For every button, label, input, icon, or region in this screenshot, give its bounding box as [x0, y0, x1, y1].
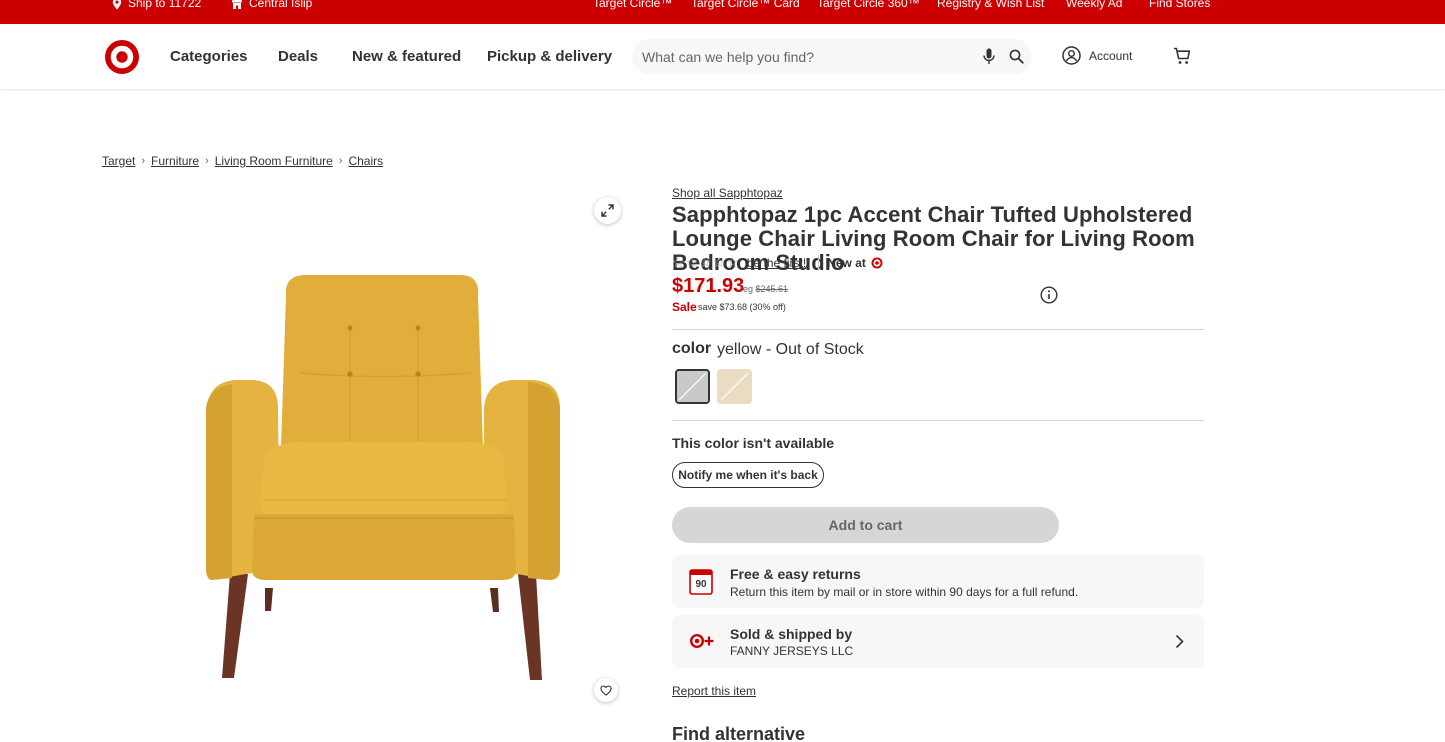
returns-calendar-icon: 90	[689, 569, 713, 595]
yellow-accent-chair-image	[206, 275, 560, 680]
expand-icon	[601, 204, 614, 217]
swatch-unavailable-slash	[677, 371, 708, 402]
target-circle-link[interactable]: Target Circle™	[593, 0, 672, 24]
registry-link[interactable]: Registry & Wish List	[937, 0, 1044, 24]
color-swatch-beige[interactable]	[717, 369, 752, 404]
rating-row: ☆ ☆ ☆ ☆ ☆ be the first! New at	[672, 254, 883, 271]
search-bar	[632, 39, 1032, 74]
nav-pickup-delivery[interactable]: Pickup & delivery	[487, 48, 612, 65]
star-empty-icon: ☆	[699, 254, 712, 270]
color-swatch-selected[interactable]	[675, 369, 710, 404]
find-alternative-heading: Find alternative	[672, 724, 806, 742]
sale-label: Sale	[672, 300, 697, 314]
account-label: Account	[1089, 48, 1133, 63]
ship-to-label: Ship to 11722	[128, 0, 202, 10]
target-logo-icon[interactable]	[104, 39, 140, 75]
star-rating[interactable]: ☆ ☆ ☆ ☆ ☆	[672, 254, 739, 271]
chevron-right-icon	[1175, 634, 1184, 649]
report-item-link[interactable]: Report this item	[672, 684, 756, 698]
product-image[interactable]	[172, 268, 634, 715]
store-label: Central Islip	[249, 0, 313, 10]
seller-name: FANNY JERSEYS LLC	[730, 644, 854, 658]
unavailable-message: This color isn't available	[672, 435, 835, 451]
microphone-icon[interactable]	[983, 48, 995, 65]
shop-all-brand-link[interactable]: Shop all Sapphtopaz	[672, 186, 783, 200]
chevron-right-icon: ›	[338, 155, 343, 167]
breadcrumb-chairs[interactable]: Chairs	[348, 154, 383, 168]
divider	[672, 329, 1204, 330]
savings-text: save $73.68 (30% off)	[698, 302, 786, 312]
favorite-button[interactable]	[594, 678, 618, 702]
sold-shipped-title: Sold & shipped by	[730, 626, 853, 642]
target-plus-icon	[690, 634, 714, 648]
color-label: color	[672, 340, 712, 357]
weekly-ad-link[interactable]: Weekly Ad	[1066, 0, 1122, 24]
returns-text: Return this item by mail or in store wit…	[730, 585, 1079, 599]
returns-title: Free & easy returns	[730, 566, 861, 582]
site-header: Categories Deals New & featured Pickup &…	[0, 24, 1445, 89]
store-link[interactable]: Central Islip	[231, 0, 312, 24]
utility-bar: Ship to 11722 Central Islip Target Circl…	[0, 0, 1445, 24]
store-icon	[232, 0, 242, 9]
star-empty-icon: ☆	[712, 254, 726, 270]
swatch-unavailable-slash	[717, 369, 752, 404]
be-the-first-link[interactable]: be the first!	[747, 256, 806, 270]
breadcrumb: Target › Furniture › Living Room Furnitu…	[102, 154, 383, 168]
account-button[interactable]: Account	[1062, 46, 1132, 65]
chevron-right-icon: ›	[141, 155, 146, 167]
find-stores-link[interactable]: Find Stores	[1149, 0, 1210, 24]
star-empty-icon: ☆	[672, 254, 685, 270]
seller-card[interactable]: Sold & shipped by FANNY JERSEYS LLC	[672, 615, 1204, 668]
info-icon[interactable]	[1040, 286, 1058, 304]
breadcrumb-living-room-furniture[interactable]: Living Room Furniture	[215, 154, 333, 168]
add-to-cart-button[interactable]: Add to cart	[672, 507, 1059, 543]
divider	[672, 420, 1204, 421]
nav-deals[interactable]: Deals	[278, 48, 318, 65]
breadcrumb-target[interactable]: Target	[102, 154, 135, 168]
heart-icon	[600, 684, 612, 696]
chevron-right-icon: ›	[205, 155, 209, 167]
returns-card: 90 Free & easy returns Return this item …	[672, 555, 1204, 608]
color-value: yellow - Out of Stock	[717, 341, 864, 358]
star-empty-icon: ☆	[726, 254, 739, 270]
search-icon[interactable]	[1009, 49, 1024, 64]
target-bullseye-icon	[871, 257, 883, 268]
target-circle-360-link[interactable]: Target Circle 360™	[817, 0, 920, 24]
location-pin-icon	[112, 0, 122, 10]
star-empty-icon: ☆	[685, 254, 699, 270]
account-icon	[1062, 46, 1081, 65]
zoom-button[interactable]	[594, 197, 621, 224]
regular-price: reg $245.61	[740, 284, 789, 294]
divider	[818, 254, 820, 271]
nav-categories[interactable]: Categories	[170, 48, 248, 65]
cart-icon[interactable]	[1173, 47, 1191, 65]
search-input[interactable]	[642, 39, 972, 74]
returns-days-text: 90	[695, 579, 707, 590]
nav-new-featured[interactable]: New & featured	[352, 48, 461, 65]
ship-to-link[interactable]: Ship to 11722	[112, 0, 201, 24]
new-at-badge: New at	[827, 256, 883, 270]
current-price: $171.93	[672, 275, 745, 297]
breadcrumb-furniture[interactable]: Furniture	[151, 154, 199, 168]
target-circle-card-link[interactable]: Target Circle™ Card	[691, 0, 800, 24]
notify-me-button[interactable]: Notify me when it's back	[672, 462, 824, 488]
